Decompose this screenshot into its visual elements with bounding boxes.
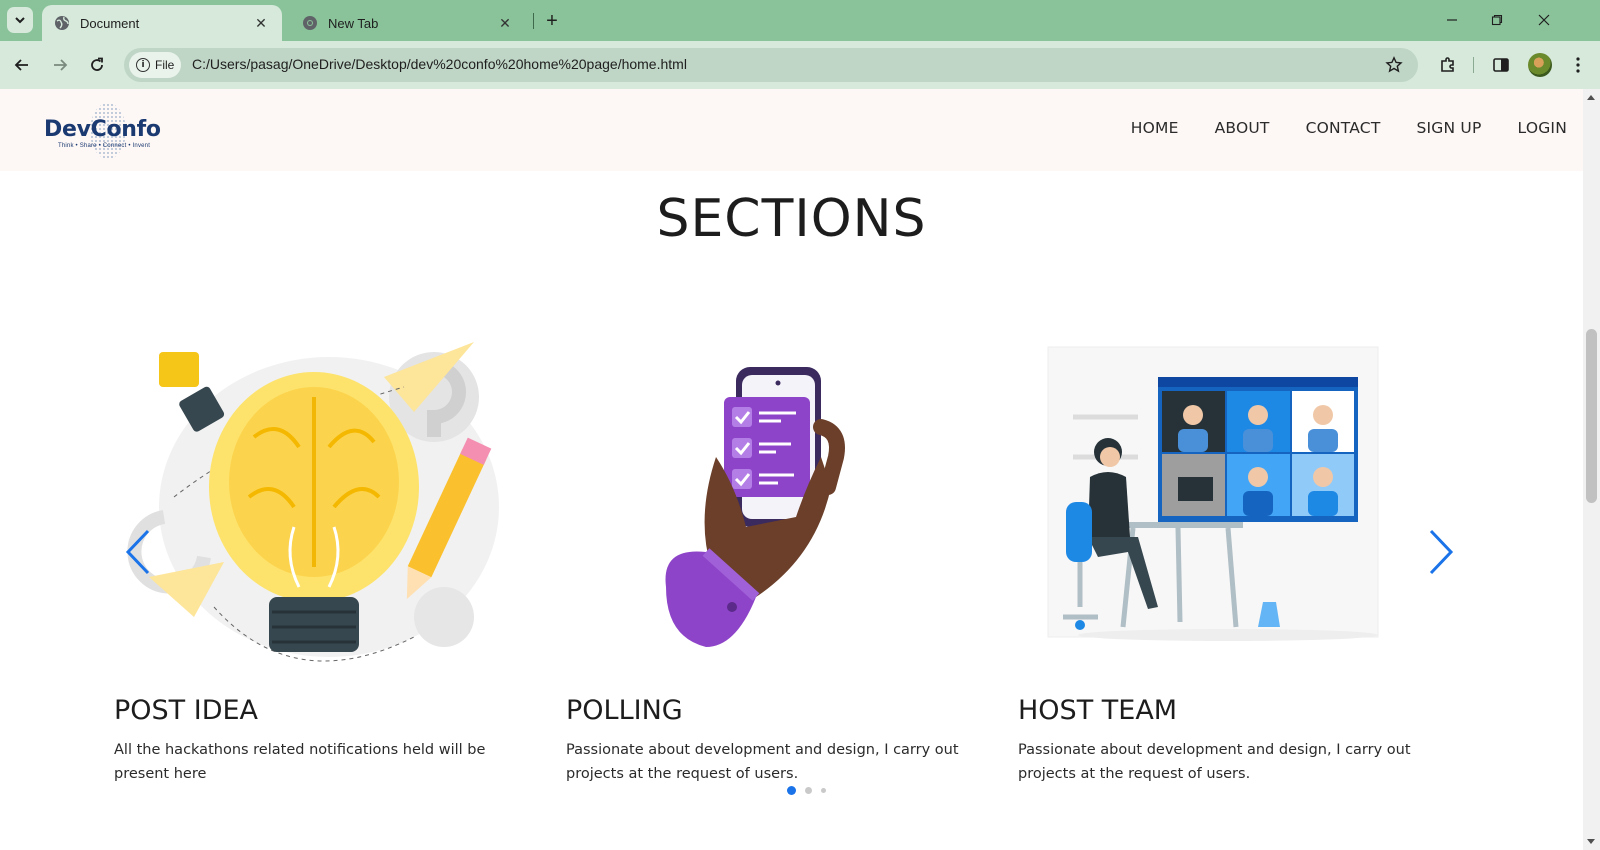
tab-new-tab[interactable]: New Tab ✕	[290, 5, 526, 41]
card-title: POLLING	[566, 695, 683, 726]
carousel-prev-button[interactable]	[122, 527, 154, 577]
devconfo-logo[interactable]: DevConfo Think • Share • Connect • Inven…	[42, 103, 172, 159]
card-description: Passionate about development and design,…	[1018, 742, 1411, 782]
profile-avatar[interactable]	[1528, 53, 1552, 77]
chevron-left-icon	[125, 529, 150, 575]
nav-sign-up[interactable]: SIGN UP	[1416, 119, 1481, 137]
site-header: DevConfo Think • Share • Connect • Inven…	[0, 89, 1583, 171]
tab-search-button[interactable]	[7, 7, 33, 33]
browser-toolbar: i File C:/Users/pasag/OneDrive/Desktop/d…	[0, 41, 1600, 89]
close-tab-icon[interactable]: ✕	[252, 14, 270, 32]
chevron-down-icon	[15, 17, 25, 24]
brain-lightbulb-illustration	[127, 342, 499, 662]
chevron-right-icon	[1429, 529, 1454, 575]
carousel-indicators	[787, 786, 826, 795]
address-bar[interactable]: i File C:/Users/pasag/OneDrive/Desktop/d…	[124, 48, 1418, 82]
new-tab-button[interactable]: +	[540, 9, 564, 33]
logo-tagline: Think • Share • Connect • Invent	[58, 143, 151, 149]
carousel-dot-1[interactable]	[787, 786, 796, 795]
carousel-dot-2[interactable]	[805, 787, 812, 794]
nav-contact[interactable]: CONTACT	[1306, 119, 1381, 137]
page-viewport: DevConfo Think • Share • Connect • Inven…	[0, 89, 1583, 850]
forward-arrow-icon[interactable]	[48, 53, 72, 77]
nav-about[interactable]: ABOUT	[1215, 119, 1270, 137]
tab-document[interactable]: Document ✕	[42, 5, 282, 41]
url-text[interactable]: C:/Users/pasag/OneDrive/Desktop/dev%20co…	[192, 56, 687, 72]
logo-name: DevConfo	[44, 117, 161, 142]
sections-heading: SECTIONS	[656, 189, 927, 249]
card-title: POST IDEA	[114, 695, 259, 726]
restore-icon[interactable]	[1483, 8, 1511, 32]
bookmark-star-icon[interactable]	[1384, 55, 1404, 75]
info-icon: i	[136, 58, 150, 72]
nav-login[interactable]: LOGIN	[1518, 119, 1567, 137]
carousel-dot-3[interactable]	[821, 788, 826, 793]
globe-icon	[54, 15, 70, 31]
chrome-icon	[302, 15, 318, 31]
toolbar-divider	[1473, 57, 1474, 73]
card-description: Passionate about development and design,…	[566, 742, 959, 782]
close-tab-icon[interactable]: ✕	[496, 14, 514, 32]
tab-divider	[533, 13, 534, 29]
video-meeting-illustration	[1047, 346, 1379, 641]
side-panel-icon[interactable]	[1489, 53, 1513, 77]
tab-title: New Tab	[328, 15, 379, 31]
main-nav: HOME ABOUT CONTACT SIGN UP LOGIN	[1131, 119, 1567, 137]
phone-checklist-illustration	[665, 367, 845, 647]
scroll-up-arrow-icon[interactable]	[1587, 95, 1595, 100]
reload-icon[interactable]	[85, 53, 109, 77]
site-chip-label: File	[155, 58, 175, 72]
site-info-chip[interactable]: i File	[129, 52, 181, 78]
minimize-icon[interactable]	[1438, 8, 1466, 32]
kebab-menu-icon[interactable]	[1566, 53, 1590, 77]
card-description: All the hackathons related notifications…	[114, 742, 486, 782]
tab-title: Document	[80, 15, 140, 31]
back-arrow-icon[interactable]	[10, 53, 34, 77]
page-scrollbar[interactable]	[1583, 89, 1600, 850]
extensions-puzzle-icon[interactable]	[1436, 53, 1460, 77]
nav-home[interactable]: HOME	[1131, 119, 1179, 137]
scroll-thumb[interactable]	[1586, 329, 1597, 503]
close-window-icon[interactable]	[1530, 8, 1558, 32]
scroll-down-arrow-icon[interactable]	[1587, 839, 1595, 844]
browser-tab-strip: Document ✕ New Tab ✕ +	[0, 0, 1600, 41]
card-title: HOST TEAM	[1018, 695, 1178, 726]
carousel-next-button[interactable]	[1425, 527, 1457, 577]
